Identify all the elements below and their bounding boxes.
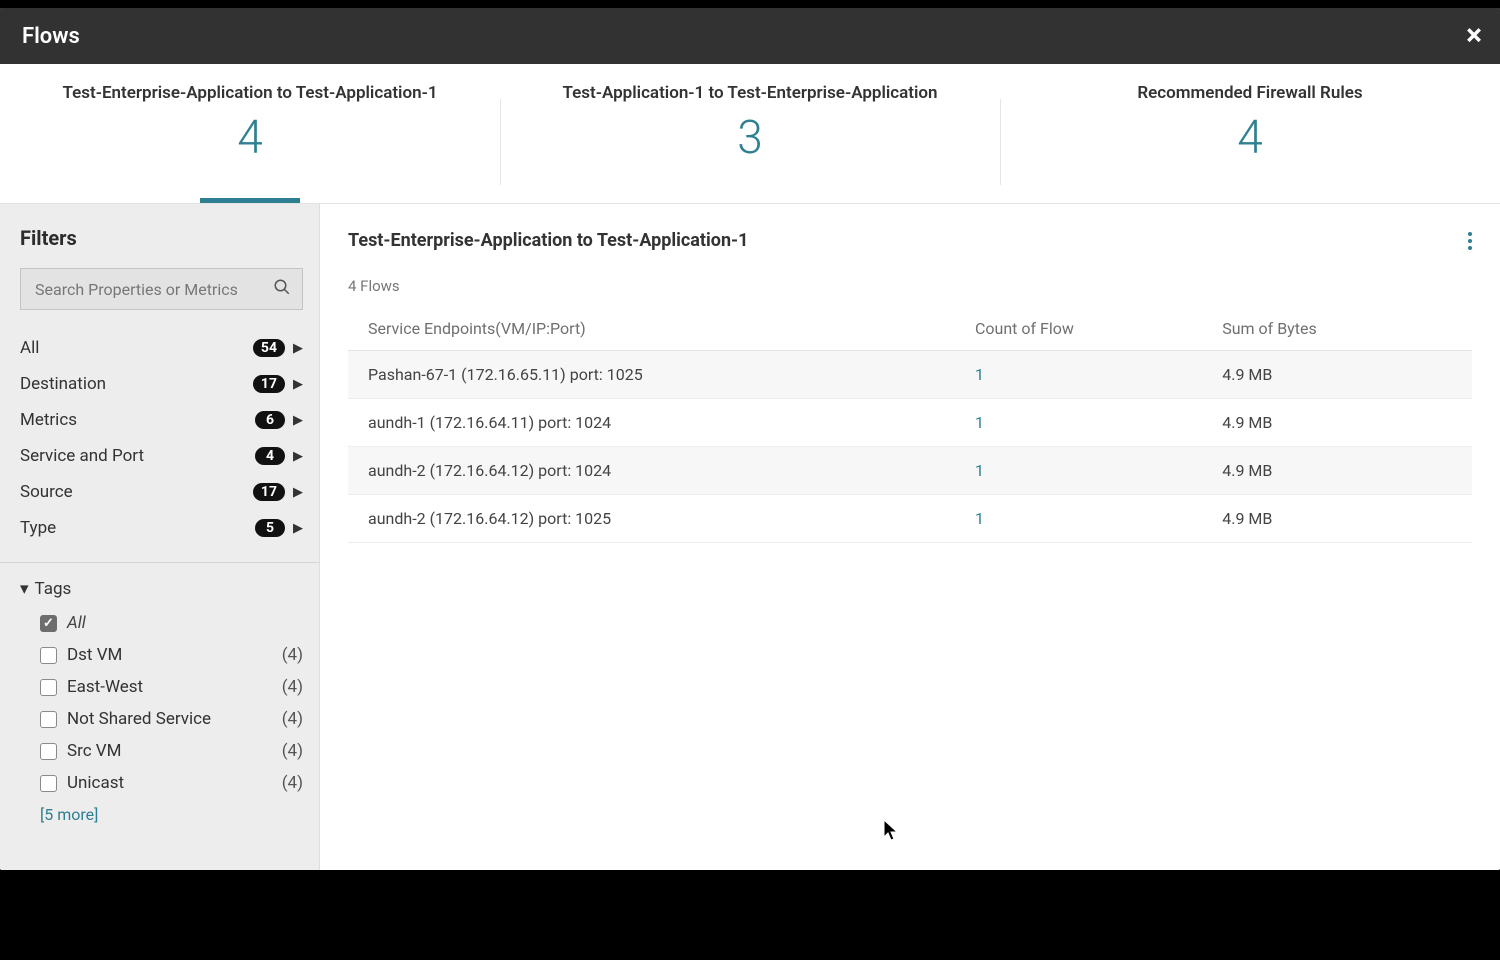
flows-count-label: 4 Flows (348, 277, 1472, 295)
header-bar: Flows × (0, 8, 1500, 64)
table-row[interactable]: aundh-1 (172.16.64.11) port: 1024 1 4.9 … (348, 399, 1472, 447)
tab-entapp-to-app1[interactable]: Test-Enterprise-Application to Test-Appl… (0, 64, 500, 203)
checkbox-icon[interactable] (40, 775, 57, 792)
search-wrap (20, 268, 303, 310)
tab-app1-to-entapp[interactable]: Test-Application-1 to Test-Enterprise-Ap… (500, 64, 1000, 203)
filter-cat-source[interactable]: Source 17▶ (20, 474, 303, 510)
tag-not-shared[interactable]: Not Shared Service (4) (20, 703, 303, 735)
checkbox-icon[interactable] (40, 743, 57, 760)
app-window: Flows × Test-Enterprise-Application to T… (0, 8, 1500, 870)
page-title: Flows (22, 24, 80, 49)
flows-table: Service Endpoints(VM/IP:Port) Count of F… (348, 307, 1472, 543)
filter-cat-metrics[interactable]: Metrics 6▶ (20, 402, 303, 438)
filter-cat-service-port[interactable]: Service and Port 4▶ (20, 438, 303, 474)
checkbox-icon[interactable] (40, 711, 57, 728)
search-input[interactable] (20, 268, 303, 310)
tag-unicast[interactable]: Unicast (4) (20, 767, 303, 799)
table-row[interactable]: aundh-2 (172.16.64.12) port: 1024 1 4.9 … (348, 447, 1472, 495)
chevron-right-icon: ▶ (293, 521, 303, 536)
chevron-right-icon: ▶ (293, 341, 303, 356)
checkbox-icon[interactable] (40, 615, 57, 632)
main-content: Test-Enterprise-Application to Test-Appl… (320, 204, 1500, 870)
kebab-menu-icon[interactable] (1468, 232, 1472, 250)
filters-sidebar: Filters All 54▶ Destination 17▶ Metrics (0, 204, 320, 870)
filter-categories: All 54▶ Destination 17▶ Metrics 6▶ Servi… (20, 330, 303, 546)
checkbox-icon[interactable] (40, 679, 57, 696)
checkbox-icon[interactable] (40, 647, 57, 664)
close-icon[interactable]: × (1460, 21, 1488, 51)
chevron-right-icon: ▶ (293, 449, 303, 464)
tab-strip: Test-Enterprise-Application to Test-Appl… (0, 64, 1500, 204)
table-row[interactable]: Pashan-67-1 (172.16.65.11) port: 1025 1 … (348, 351, 1472, 399)
col-endpoints[interactable]: Service Endpoints(VM/IP:Port) (348, 307, 955, 351)
tag-dst-vm[interactable]: Dst VM (4) (20, 639, 303, 671)
filter-cat-all[interactable]: All 54▶ (20, 330, 303, 366)
table-row[interactable]: aundh-2 (172.16.64.12) port: 1025 1 4.9 … (348, 495, 1472, 543)
tag-east-west[interactable]: East-West (4) (20, 671, 303, 703)
cursor-icon (883, 819, 901, 843)
content-title: Test-Enterprise-Application to Test-Appl… (348, 230, 748, 251)
col-count[interactable]: Count of Flow (955, 307, 1202, 351)
search-icon[interactable] (273, 278, 291, 300)
col-bytes[interactable]: Sum of Bytes (1202, 307, 1472, 351)
filters-heading: Filters (20, 226, 303, 250)
filter-cat-type[interactable]: Type 5▶ (20, 510, 303, 546)
tags-more-link[interactable]: [5 more] (20, 799, 303, 824)
sidebar-divider (0, 562, 319, 563)
chevron-right-icon: ▶ (293, 377, 303, 392)
tab-recommended-firewall-rules[interactable]: Recommended Firewall Rules 4 (1000, 64, 1500, 203)
body: Filters All 54▶ Destination 17▶ Metrics (0, 204, 1500, 870)
chevron-right-icon: ▶ (293, 413, 303, 428)
tag-src-vm[interactable]: Src VM (4) (20, 735, 303, 767)
tag-all[interactable]: All (20, 607, 303, 639)
tags-header[interactable]: ▾ Tags (20, 579, 303, 607)
filter-cat-destination[interactable]: Destination 17▶ (20, 366, 303, 402)
chevron-down-icon: ▾ (20, 579, 29, 599)
chevron-right-icon: ▶ (293, 485, 303, 500)
